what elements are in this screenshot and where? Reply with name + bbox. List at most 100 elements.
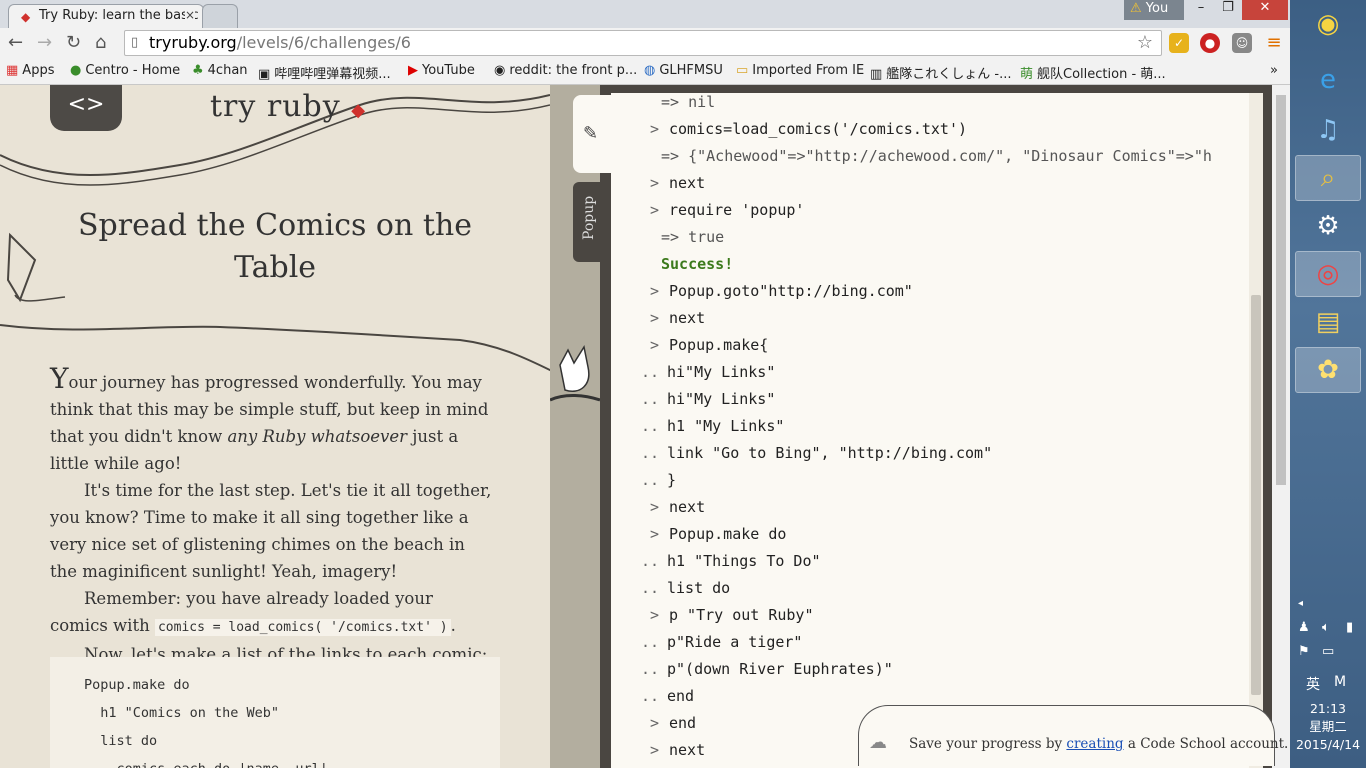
extension-cat-icon[interactable]: ☺ — [1232, 33, 1252, 53]
popup-tab[interactable]: Popup — [573, 182, 609, 262]
console-line: .. p"(down River Euphrates)" — [611, 660, 893, 687]
title-bar: ◆ Try Ruby: learn the basic × ⚠ You – ❐ … — [0, 0, 1290, 28]
console-line: .. link "Go to Bing", "http://bing.com" — [611, 444, 992, 471]
tab-title: Try Ruby: learn the basic — [39, 8, 199, 23]
address-bar[interactable]: ▯ tryruby.org/levels/6/challenges/6 ☆ — [124, 30, 1162, 56]
console-text: end — [667, 687, 695, 705]
qq-icon[interactable]: ♟ — [1298, 620, 1310, 635]
bookmark-star-icon[interactable]: ☆ — [1137, 31, 1153, 55]
file-explorer-icon[interactable]: ▤ — [1296, 300, 1360, 344]
console-prompt: > — [649, 498, 659, 516]
console-prompt: .. — [640, 363, 659, 381]
console-prompt: > — [649, 606, 659, 624]
adblock-icon[interactable]: ● — [1200, 33, 1220, 53]
ruby-favicon-icon: ◆ — [21, 10, 31, 24]
console-text: list do — [667, 579, 731, 597]
console-line: > end — [611, 714, 696, 741]
console-text: Popup.goto"http://bing.com" — [669, 282, 913, 300]
reload-icon[interactable]: ↻ — [66, 32, 81, 53]
ime-language[interactable]: 英 — [1306, 674, 1320, 694]
user-profile-button[interactable]: ⚠ You — [1124, 0, 1184, 20]
cloud-icon: ☁ — [869, 732, 887, 753]
code-logo-button[interactable]: <> — [50, 85, 122, 131]
creating-link[interactable]: creating — [1066, 736, 1123, 752]
page-scroll-thumb[interactable] — [1276, 95, 1286, 485]
bookmark-reddit[interactable]: ◉ reddit: the front p... — [494, 63, 637, 78]
console-text: require 'popup' — [669, 201, 805, 219]
start-button[interactable]: ◉ — [1296, 2, 1360, 46]
console-prompt: .. — [640, 660, 659, 678]
console-line: => nil — [611, 93, 715, 120]
console-frame — [1263, 85, 1272, 768]
console-prompt: > — [649, 282, 659, 300]
warning-icon: ⚠ — [1130, 1, 1142, 16]
itunes-icon[interactable]: ♫ — [1296, 108, 1360, 152]
internet-explorer-icon[interactable]: e — [1296, 58, 1360, 102]
minimize-button[interactable]: – — [1188, 0, 1214, 20]
console-line: > next — [611, 741, 705, 768]
bookmark-youtube[interactable]: ▶ YouTube — [408, 63, 475, 78]
console-line: => {"Achewood"=>"http://achewood.com/", … — [611, 147, 1212, 174]
search-app-icon[interactable]: ⌕ — [1295, 155, 1361, 201]
console-scroll-thumb[interactable] — [1251, 295, 1261, 695]
bookmark-glhfmsu[interactable]: ◍ GLHFMSU — [644, 63, 723, 78]
chrome-menu-icon[interactable]: ≡ — [1264, 33, 1284, 53]
chrome-icon[interactable]: ◎ — [1295, 251, 1361, 297]
bookmark-imported-from-ie[interactable]: ▭ Imported From IE — [736, 63, 864, 78]
restore-button[interactable]: ❐ — [1215, 0, 1241, 20]
extension-shield-icon[interactable]: ✓ — [1169, 33, 1189, 53]
steam-icon[interactable]: ⚙ — [1296, 204, 1360, 248]
bookmark-centro-home[interactable]: ● Centro - Home — [70, 63, 180, 78]
home-icon[interactable]: ⌂ — [95, 32, 106, 53]
network-icon[interactable]: ▮ — [1346, 620, 1353, 635]
console-prompt: .. — [640, 444, 659, 462]
bookmark-kancolle-moe[interactable]: 萌舰队Collection - 萌... — [1020, 63, 1166, 82]
console-prompt: .. — [640, 471, 659, 489]
console-text: Popup.make do — [669, 525, 787, 543]
console-line: > Popup.goto"http://bing.com" — [611, 282, 913, 309]
paragraph-2: It's time for the last step. Let's tie i… — [50, 481, 492, 581]
bookmark-4chan[interactable]: ♣ 4chan — [192, 63, 248, 78]
console-line: Success! — [611, 255, 733, 282]
bookmark-bilibili[interactable]: ▣ 哔哩哔哩弹幕视频... — [258, 63, 391, 82]
display-icon[interactable]: ▭ — [1322, 644, 1334, 659]
globe-icon: ◍ — [644, 63, 656, 78]
editor-tab[interactable]: ✎ — [573, 95, 611, 173]
volume-icon[interactable]: 🔈︎ — [1322, 620, 1330, 635]
system-clock[interactable]: 21:13 星期二 2015/4/14 — [1290, 700, 1366, 754]
bookmarks-overflow-button[interactable]: » — [1270, 63, 1278, 78]
code-example: Popup.make do h1 "Comics on the Web" lis… — [50, 657, 500, 768]
clover-icon: ♣ — [192, 63, 204, 78]
ime-mode[interactable]: M — [1334, 674, 1346, 690]
console-line: > require 'popup' — [611, 201, 805, 228]
console-text: => true — [661, 228, 725, 246]
flower-app-icon[interactable]: ✿ — [1295, 347, 1361, 393]
console-prompt: > — [649, 174, 659, 192]
browser-tab-active[interactable]: ◆ Try Ruby: learn the basic × — [8, 4, 204, 28]
console-line: => true — [611, 228, 724, 255]
console-prompt: .. — [640, 687, 659, 705]
console-text: h1 "Things To Do" — [667, 552, 821, 570]
flag-icon[interactable]: ⚑ — [1298, 644, 1310, 659]
back-arrow-icon[interactable]: ← — [8, 32, 23, 53]
brand-logo[interactable]: try ruby ◆ — [210, 89, 366, 124]
bookmark-apps[interactable]: ▦ Apps — [6, 63, 54, 78]
new-tab-button[interactable] — [202, 4, 238, 28]
console-prompt: > — [649, 525, 659, 543]
reddit-icon: ◉ — [494, 63, 506, 78]
forward-arrow-icon[interactable]: → — [37, 32, 52, 53]
bookmarks-bar: ▦ Apps ● Centro - Home ♣ 4chan ▣ 哔哩哔哩弹幕视频...… — [0, 60, 1290, 85]
tray-expand-icon[interactable]: ◂ — [1298, 598, 1303, 609]
console-prompt: > — [649, 741, 659, 759]
ruby-gem-icon: ◆ — [351, 100, 367, 121]
console-prompt: > — [649, 201, 659, 219]
tab-close-icon[interactable]: × — [184, 8, 195, 22]
bookmark-kancolle[interactable]: ▥ 艦隊これくしょん -... — [870, 63, 1012, 82]
console-line: > next — [611, 174, 705, 201]
kancolle-icon: ▥ — [870, 67, 883, 82]
lesson-panel: <> try ruby ◆ Spread the Comics on the T… — [0, 85, 550, 768]
ruby-console[interactable]: => nil > comics=load_comics('/comics.txt')… — [611, 93, 1249, 768]
close-window-button[interactable]: ✕ — [1242, 0, 1288, 20]
console-line: .. h1 "Things To Do" — [611, 552, 821, 579]
console-line: .. hi"My Links" — [611, 390, 775, 417]
